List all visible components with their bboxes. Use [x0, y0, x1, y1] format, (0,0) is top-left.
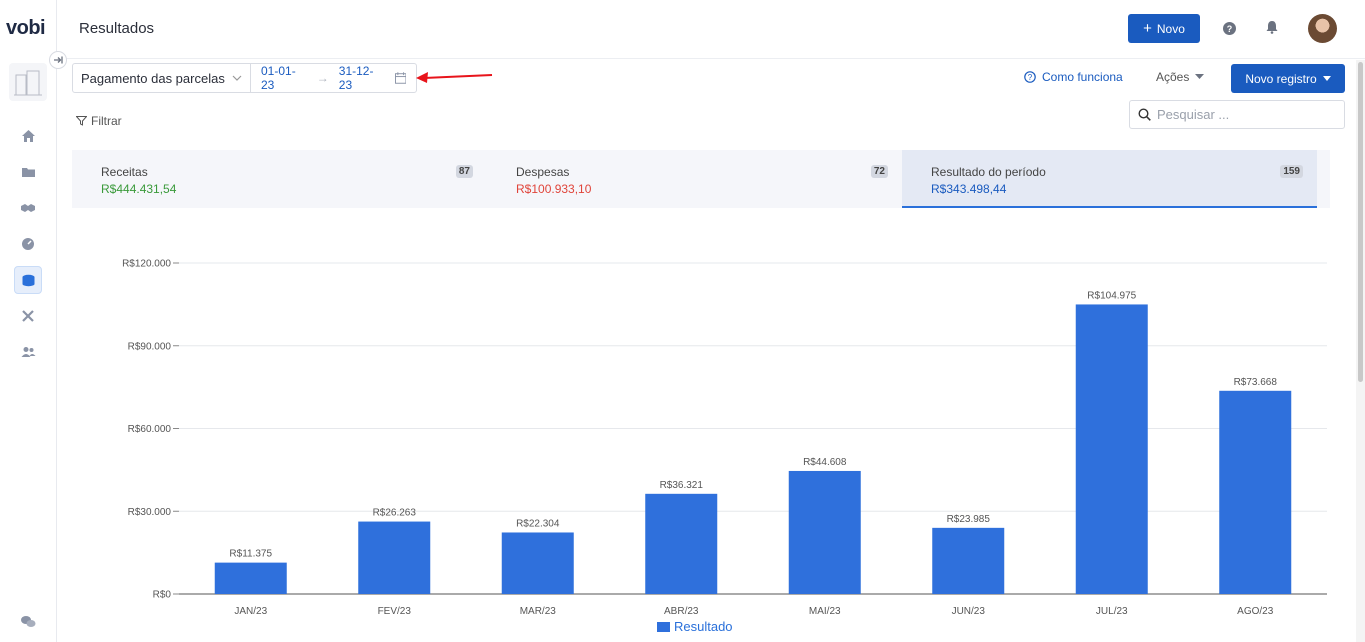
new-record-button[interactable]: Novo registro — [1231, 64, 1345, 93]
how-it-works-link[interactable]: ? Como funciona — [1024, 70, 1123, 84]
y-tick-label: R$90.000 — [128, 341, 172, 352]
y-tick-label: R$30.000 — [128, 507, 172, 518]
page-title: Resultados — [79, 20, 155, 37]
x-tick-label: JUL/23 — [1096, 606, 1128, 617]
results-bar-chart: R$0 R$30.000 R$60.000 R$90.000 R$120.000 R$11… — [122, 259, 1327, 634]
search-box[interactable] — [1129, 100, 1345, 129]
bar — [645, 493, 718, 594]
tools-icon[interactable] — [14, 302, 42, 330]
sidebar: vobi — [0, 0, 57, 642]
bar — [932, 527, 1005, 594]
scrollbar[interactable] — [1356, 60, 1365, 642]
data-label: R$11.375 — [229, 549, 272, 560]
filter-button[interactable]: Filtrar — [76, 114, 122, 128]
x-tick-label: AGO/23 — [1237, 606, 1274, 617]
bar — [1075, 304, 1148, 594]
tab-resultado[interactable]: Resultado do período R$343.498,44 159 — [902, 150, 1317, 208]
count-badge: 87 — [455, 165, 473, 178]
folder-icon[interactable] — [14, 158, 42, 186]
plus-icon: + — [1143, 20, 1152, 37]
gauge-icon[interactable] — [14, 230, 42, 258]
vobi-logo[interactable]: vobi — [6, 17, 46, 40]
count-badge: 72 — [870, 165, 888, 178]
svg-text:?: ? — [1028, 73, 1033, 82]
chat-icon[interactable] — [14, 607, 42, 635]
new-button-label: Novo — [1156, 21, 1185, 36]
users-icon[interactable] — [14, 338, 42, 366]
count-badge: 159 — [1280, 165, 1303, 178]
legend-label: Resultado — [674, 619, 733, 634]
how-it-works-label: Como funciona — [1042, 70, 1123, 84]
help-icon[interactable]: ? — [1223, 22, 1236, 35]
x-tick-label: ABR/23 — [664, 606, 699, 617]
scrollbar-thumb[interactable] — [1358, 62, 1363, 382]
search-input[interactable] — [1157, 107, 1337, 122]
handshake-icon[interactable] — [14, 194, 42, 222]
card-label: Despesas — [516, 165, 570, 179]
x-tick-label: JAN/23 — [234, 606, 267, 617]
data-label: R$26.263 — [373, 508, 417, 519]
bar — [501, 532, 574, 594]
date-end[interactable]: 31-12-23 — [339, 64, 385, 92]
card-value: R$343.498,44 — [931, 182, 1007, 196]
bar — [1219, 390, 1292, 594]
payment-mode-value: Pagamento das parcelas — [81, 70, 225, 86]
data-label: R$104.975 — [1087, 290, 1136, 301]
data-label: R$23.985 — [947, 514, 991, 525]
new-button[interactable]: + Novo — [1128, 14, 1200, 43]
topbar: Resultados + Novo ? — [57, 0, 1365, 59]
search-icon — [1138, 108, 1151, 121]
date-filter-bar: Pagamento das parcelas 01-01-23 → 31-12-… — [72, 63, 417, 93]
y-tick-label: R$0 — [153, 590, 172, 601]
x-tick-label: FEV/23 — [378, 606, 412, 617]
home-icon[interactable] — [14, 122, 42, 150]
date-start[interactable]: 01-01-23 — [261, 64, 307, 92]
user-avatar[interactable] — [1308, 14, 1337, 43]
new-record-label: Novo registro — [1245, 71, 1317, 86]
bar — [214, 562, 287, 594]
project-thumbnail[interactable] — [9, 63, 47, 101]
date-range-picker[interactable]: 01-01-23 → 31-12-23 — [251, 64, 416, 92]
data-label: R$73.668 — [1234, 377, 1278, 388]
card-value: R$444.431,54 — [101, 182, 177, 196]
x-tick-label: JUN/23 — [952, 606, 986, 617]
y-tick-label: R$60.000 — [128, 424, 172, 435]
calendar-icon[interactable] — [394, 72, 406, 84]
data-label: R$36.321 — [660, 480, 704, 491]
chevron-down-icon — [232, 75, 242, 81]
range-arrow: → — [316, 71, 329, 85]
caret-down-icon — [1195, 74, 1205, 79]
coins-icon[interactable] — [14, 266, 42, 294]
actions-label: Ações — [1156, 70, 1190, 84]
x-tick-label: MAR/23 — [520, 606, 557, 617]
payment-mode-select[interactable]: Pagamento das parcelas — [73, 64, 251, 92]
bar — [358, 521, 431, 594]
legend-swatch — [657, 622, 670, 632]
summary-tabs: Receitas R$444.431,54 87 Despesas R$100.… — [72, 150, 1330, 208]
tab-despesas[interactable]: Despesas R$100.933,10 72 — [487, 150, 902, 208]
data-label: R$22.304 — [516, 518, 560, 529]
data-label: R$44.608 — [803, 457, 847, 468]
caret-down-icon — [1322, 76, 1331, 81]
bar — [788, 470, 861, 594]
filter-icon — [76, 116, 87, 126]
actions-dropdown[interactable]: Ações — [1156, 70, 1205, 84]
annotation-arrow-icon — [416, 72, 493, 83]
tab-receitas[interactable]: Receitas R$444.431,54 87 — [72, 150, 487, 208]
card-value: R$100.933,10 — [516, 182, 592, 196]
collapse-sidebar-button[interactable] — [49, 51, 67, 69]
question-circle-icon: ? — [1024, 71, 1036, 83]
card-label: Receitas — [101, 165, 148, 179]
filter-label: Filtrar — [91, 114, 122, 128]
y-tick-label: R$120.000 — [122, 259, 171, 270]
bell-icon[interactable] — [1266, 20, 1278, 39]
x-tick-label: MAI/23 — [809, 606, 841, 617]
card-label: Resultado do período — [931, 165, 1046, 179]
